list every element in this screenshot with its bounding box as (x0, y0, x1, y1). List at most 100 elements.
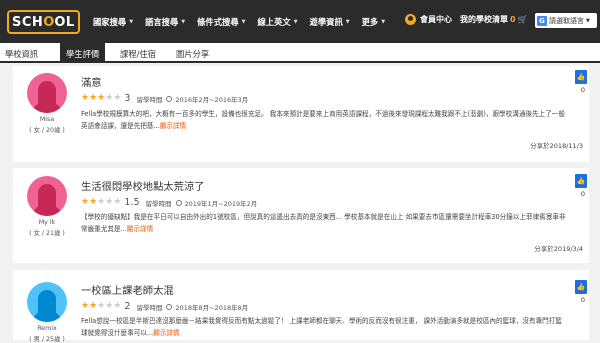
google-icon: G (537, 15, 547, 26)
clock-icon (166, 95, 173, 102)
stay-period: 2019年1月~2019年2月 (184, 199, 258, 208)
review-card: Misa ( 女 / 20歲 ) 滿意 ★ ★ ★ ★ ★ 3 留學時間 2016年2月… (13, 66, 589, 162)
thumbs-up-icon: 👍 (576, 177, 586, 185)
review-card: My lk ( 女 / 21歲 ) 生活很悶學校地點太荒涼了 ★ ★ ★ ★ ★ 1.5… (13, 168, 589, 263)
rating-value: 1.5 (124, 197, 140, 208)
review-text: Fella學校規模算大的吧，大概有一百多的學生，設備也很充足。 我本來預計是要來… (81, 110, 565, 130)
review-title: 一校區上課老師太混 (81, 285, 174, 297)
my-school-list-label: 我的學校清單 (460, 15, 508, 24)
nav-more-label: 更多 (361, 16, 379, 27)
star-icon: ★ (81, 93, 90, 103)
nav-study-info[interactable]: 遊學資訊 ▼ (310, 16, 350, 28)
like-button[interactable]: 👍 (575, 70, 587, 84)
nav-language-search[interactable]: 語言搜尋 ▼ (145, 16, 185, 28)
stay-label: 留學時間 (136, 95, 163, 104)
logo-box: SCH O OL (7, 10, 80, 34)
star-rating: ★ ★ ★ ★ ★ (81, 94, 121, 103)
review-body: Fella學校規模算大的吧，大概有一百多的學生，設備也很充足。 我本來預計是要來… (81, 108, 566, 132)
rating-value: 2 (124, 301, 131, 312)
nav-condition-search[interactable]: 條件式搜尋 ▼ (197, 16, 245, 28)
reviewer: Remix ( 男 / 25歲 ) (27, 282, 67, 343)
star-rating: ★ ★ ★ ★ ★ (81, 302, 121, 311)
review-title: 滿意 (81, 77, 102, 89)
like-button[interactable]: 👍 (575, 280, 587, 294)
avatar (27, 176, 67, 216)
nav-country-label: 國家搜尋 (93, 16, 127, 27)
avatar (27, 282, 67, 322)
site-logo[interactable]: SCH O OL (7, 9, 80, 35)
reviewer-name: Remix (37, 325, 57, 332)
stay-label: 留學時間 (145, 199, 172, 208)
star-icon: ★ (113, 301, 122, 311)
nav-more[interactable]: 更多 ▼ (362, 16, 385, 28)
star-icon: ★ (89, 197, 98, 207)
reviewer: My lk ( 女 / 21歲 ) (27, 176, 67, 237)
shared-date: 分享於2019/3/4 (534, 245, 583, 253)
male-silhouette-icon (31, 290, 63, 322)
user-area: 會員中心 我的學校清單 0 🛒 (405, 14, 528, 25)
chevron-down-icon: ▼ (181, 18, 186, 25)
review-meta: ★ ★ ★ ★ ★ 3 留學時間 2016年2月~2016年3月 (81, 93, 248, 104)
clock-icon (166, 303, 173, 310)
nav-condition-label: 條件式搜尋 (197, 16, 239, 27)
star-icon: ★ (105, 301, 114, 311)
star-icon: ★ (81, 301, 90, 311)
tab-student-reviews[interactable]: 學生評價 (60, 43, 106, 63)
review-meta: ★ ★ ★ ★ ★ 1.5 留學時間 2019年1月~2019年2月 (81, 197, 257, 208)
reviewer-meta: ( 男 / 25歲 ) (29, 336, 65, 343)
star-icon: ★ (81, 197, 90, 207)
member-center-link[interactable]: 會員中心 (420, 14, 452, 25)
main-nav: 國家搜尋 ▼ 語言搜尋 ▼ 條件式搜尋 ▼ 線上英文 ▼ 遊學資訊 ▼ 更多 ▼ (93, 0, 397, 43)
logo-text-o: O (43, 14, 55, 30)
shopping-cart-icon: 🛒 (517, 15, 528, 24)
female-silhouette-icon (31, 184, 63, 216)
stay-label: 留學時間 (136, 303, 163, 312)
logo-text-start: SCH (12, 14, 44, 30)
show-details-link[interactable]: 顯示詳情 (160, 122, 186, 130)
thumbs-up-icon: 👍 (576, 283, 586, 291)
chevron-down-icon: ▼ (381, 18, 386, 25)
rating-value: 3 (124, 93, 131, 104)
tab-photo-share[interactable]: 圖片分享 (176, 48, 209, 60)
clock-icon (175, 199, 182, 206)
star-rating: ★ ★ ★ ★ ★ (81, 198, 121, 207)
nav-country-search[interactable]: 國家搜尋 ▼ (93, 16, 133, 28)
logo-text-end: OL (54, 14, 75, 30)
female-silhouette-icon (31, 81, 63, 113)
nav-online-label: 線上英文 (257, 16, 291, 27)
stay-period: 2018年8月~2018年8月 (175, 303, 249, 312)
like-count: 0 (580, 296, 585, 304)
star-icon: ★ (105, 197, 114, 207)
tab-school-info[interactable]: 學校資訊 (5, 48, 38, 60)
translate-label: 請選取語言 (549, 16, 584, 25)
user-icon (405, 14, 416, 25)
review-body: Fella想說一校區是半斯巴達沒那麼嚴－結果我覺得反而有點太過鬆了！ 上課老師都… (81, 315, 566, 339)
review-title: 生活很悶學校地點太荒涼了 (81, 181, 205, 193)
nav-study-label: 遊學資訊 (309, 16, 343, 27)
reviewer-meta: ( 女 / 21歲 ) (29, 230, 65, 237)
review-body: 【學校的優缺點】我是在平日可以自由外出的1號校區，但說真的這邊出去真的是沒東西.… (81, 211, 566, 235)
google-translate-select[interactable]: G 請選取語言 ▼ (535, 13, 597, 28)
star-icon: ★ (113, 93, 122, 103)
tab-courses-housing[interactable]: 課程/住宿 (120, 48, 156, 60)
star-icon: ★ (113, 197, 122, 207)
chevron-down-icon: ▼ (293, 18, 298, 25)
star-icon: ★ (97, 93, 106, 103)
chevron-down-icon: ▼ (345, 18, 350, 25)
my-school-list-link[interactable]: 我的學校清單 0 🛒 (460, 14, 528, 25)
shared-date: 分享於2018/11/3 (530, 142, 583, 150)
chevron-down-icon: ▼ (586, 17, 590, 24)
favorites-count: 0 (510, 15, 516, 24)
top-navbar: SCH O OL 國家搜尋 ▼ 語言搜尋 ▼ 條件式搜尋 ▼ 線上英文 ▼ 遊學資訊 ▼ … (0, 0, 600, 43)
review-card: Remix ( 男 / 25歲 ) 一校區上課老師太混 ★ ★ ★ ★ ★ 2 留學時間… (13, 270, 589, 343)
like-button[interactable]: 👍 (575, 174, 587, 188)
reviewer-name: My lk (38, 219, 56, 226)
stay-period: 2016年2月~2016年3月 (175, 95, 249, 104)
show-details-link[interactable]: 顯示詳情 (127, 225, 153, 233)
star-icon: ★ (97, 301, 106, 311)
like-count: 0 (580, 190, 585, 198)
nav-online-english[interactable]: 線上英文 ▼ (257, 16, 297, 28)
star-icon: ★ (97, 197, 106, 207)
school-tabs: 學校資訊 學生評價 課程/住宿 圖片分享 (0, 43, 600, 63)
nav-language-label: 語言搜尋 (145, 16, 179, 27)
